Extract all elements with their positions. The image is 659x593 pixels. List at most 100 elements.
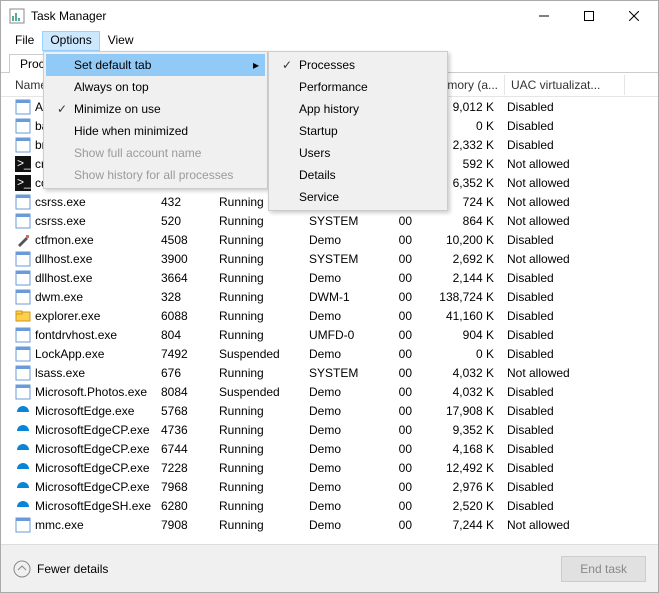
sub-processes[interactable]: ✓Processes xyxy=(271,54,445,76)
process-icon xyxy=(15,232,31,248)
sub-performance[interactable]: Performance xyxy=(271,76,445,98)
user-cell: UMFD-0 xyxy=(303,325,381,345)
maximize-button[interactable] xyxy=(566,1,611,31)
chevron-right-icon: ▸ xyxy=(253,58,259,72)
status-cell: Running xyxy=(213,268,303,288)
uac-cell: Disabled xyxy=(501,496,621,516)
end-task-button[interactable]: End task xyxy=(561,556,646,582)
mem-cell: 904 K xyxy=(419,325,501,345)
mem-cell: 12,492 K xyxy=(419,458,501,478)
opt-show-full-account: Show full account name xyxy=(46,142,265,164)
mem-cell: 864 K xyxy=(419,211,501,231)
process-icon xyxy=(15,441,31,457)
menu-options[interactable]: Options xyxy=(42,31,99,51)
table-row[interactable]: lsass.exe676RunningSYSTEM004,032 KNot al… xyxy=(1,363,658,382)
uac-cell: Not allowed xyxy=(501,249,621,269)
table-row[interactable]: ctfmon.exe4508RunningDemo0010,200 KDisab… xyxy=(1,230,658,249)
mem-cell: 0 K xyxy=(419,344,501,364)
uac-cell: Disabled xyxy=(501,306,621,326)
sub-users[interactable]: Users xyxy=(271,142,445,164)
status-cell: Running xyxy=(213,420,303,440)
process-name: lsass.exe xyxy=(35,366,85,380)
user-cell: Demo xyxy=(303,268,381,288)
uac-cell: Disabled xyxy=(501,230,621,250)
menu-file[interactable]: File xyxy=(7,31,42,51)
process-name: csrss.exe xyxy=(35,195,86,209)
table-row[interactable]: dwm.exe328RunningDWM-100138,724 KDisable… xyxy=(1,287,658,306)
pid-cell: 804 xyxy=(155,325,213,345)
user-cell: Demo xyxy=(303,306,381,326)
footer: Fewer details End task xyxy=(1,544,658,592)
cpu-cell: 00 xyxy=(381,458,419,478)
sub-label: Startup xyxy=(299,124,338,138)
table-row[interactable]: MicrosoftEdgeCP.exe7228RunningDemo0012,4… xyxy=(1,458,658,477)
sub-label: Service xyxy=(299,190,339,204)
status-cell: Running xyxy=(213,363,303,383)
status-cell: Running xyxy=(213,477,303,497)
cpu-cell: 00 xyxy=(381,306,419,326)
table-row[interactable]: MicrosoftEdgeCP.exe4736RunningDemo009,35… xyxy=(1,420,658,439)
process-name: MicrosoftEdgeSH.exe xyxy=(35,499,151,513)
process-icon xyxy=(15,213,31,229)
cpu-cell: 00 xyxy=(381,363,419,383)
fewer-details-button[interactable]: Fewer details xyxy=(13,560,108,578)
process-icon xyxy=(15,270,31,286)
uac-cell: Not allowed xyxy=(501,154,621,174)
process-icon xyxy=(15,384,31,400)
collapse-icon xyxy=(13,560,31,578)
sub-details[interactable]: Details xyxy=(271,164,445,186)
uac-cell: Disabled xyxy=(501,97,621,117)
sub-service[interactable]: Service xyxy=(271,186,445,208)
table-row[interactable]: dllhost.exe3900RunningSYSTEM002,692 KNot… xyxy=(1,249,658,268)
opt-minimize-on-use[interactable]: ✓ Minimize on use xyxy=(46,98,265,120)
table-row[interactable]: MicrosoftEdgeSH.exe6280RunningDemo002,52… xyxy=(1,496,658,515)
opt-always-on-top[interactable]: Always on top xyxy=(46,76,265,98)
process-name: ctfmon.exe xyxy=(35,233,94,247)
pid-cell: 6744 xyxy=(155,439,213,459)
pid-cell: 676 xyxy=(155,363,213,383)
cpu-cell: 00 xyxy=(381,287,419,307)
process-icon xyxy=(15,422,31,438)
table-row[interactable]: mmc.exe7908RunningDemo007,244 KNot allow… xyxy=(1,515,658,534)
menubar: File Options View xyxy=(1,31,658,51)
table-row[interactable]: dllhost.exe3664RunningDemo002,144 KDisab… xyxy=(1,268,658,287)
table-row[interactable]: MicrosoftEdgeCP.exe6744RunningDemo004,16… xyxy=(1,439,658,458)
process-name: explorer.exe xyxy=(35,309,100,323)
table-row[interactable]: fontdrvhost.exe804RunningUMFD-000904 KDi… xyxy=(1,325,658,344)
minimize-button[interactable] xyxy=(521,1,566,31)
status-cell: Suspended xyxy=(213,382,303,402)
cpu-cell: 00 xyxy=(381,477,419,497)
uac-cell: Not allowed xyxy=(501,515,621,535)
user-cell: SYSTEM xyxy=(303,249,381,269)
sub-app-history[interactable]: App history xyxy=(271,98,445,120)
process-icon xyxy=(15,479,31,495)
process-icon xyxy=(15,403,31,419)
pid-cell: 7908 xyxy=(155,515,213,535)
user-cell: Demo xyxy=(303,458,381,478)
table-row[interactable]: csrss.exe520RunningSYSTEM00864 KNot allo… xyxy=(1,211,658,230)
col-uac[interactable]: UAC virtualizat... xyxy=(505,75,625,95)
table-row[interactable]: Microsoft.Photos.exe8084SuspendedDemo004… xyxy=(1,382,658,401)
status-cell: Running xyxy=(213,439,303,459)
cpu-cell: 00 xyxy=(381,496,419,516)
uac-cell: Disabled xyxy=(501,477,621,497)
sub-startup[interactable]: Startup xyxy=(271,120,445,142)
process-name: A xyxy=(35,100,43,114)
cpu-cell: 00 xyxy=(381,249,419,269)
menu-view[interactable]: View xyxy=(100,31,142,51)
table-row[interactable]: MicrosoftEdge.exe5768RunningDemo0017,908… xyxy=(1,401,658,420)
pid-cell: 432 xyxy=(155,192,213,212)
close-button[interactable] xyxy=(611,1,656,31)
table-row[interactable]: MicrosoftEdgeCP.exe7968RunningDemo002,97… xyxy=(1,477,658,496)
uac-cell: Disabled xyxy=(501,268,621,288)
process-name: MicrosoftEdgeCP.exe xyxy=(35,423,150,437)
process-icon xyxy=(15,517,31,533)
mem-cell: 4,032 K xyxy=(419,382,501,402)
process-name: mmc.exe xyxy=(35,518,84,532)
opt-set-default-tab[interactable]: Set default tab ▸ xyxy=(46,54,265,76)
opt-hide-when-minimized[interactable]: Hide when minimized xyxy=(46,120,265,142)
table-row[interactable]: LockApp.exe7492SuspendedDemo000 KDisable… xyxy=(1,344,658,363)
mem-cell: 2,692 K xyxy=(419,249,501,269)
table-row[interactable]: explorer.exe6088RunningDemo0041,160 KDis… xyxy=(1,306,658,325)
cpu-cell: 00 xyxy=(381,211,419,231)
